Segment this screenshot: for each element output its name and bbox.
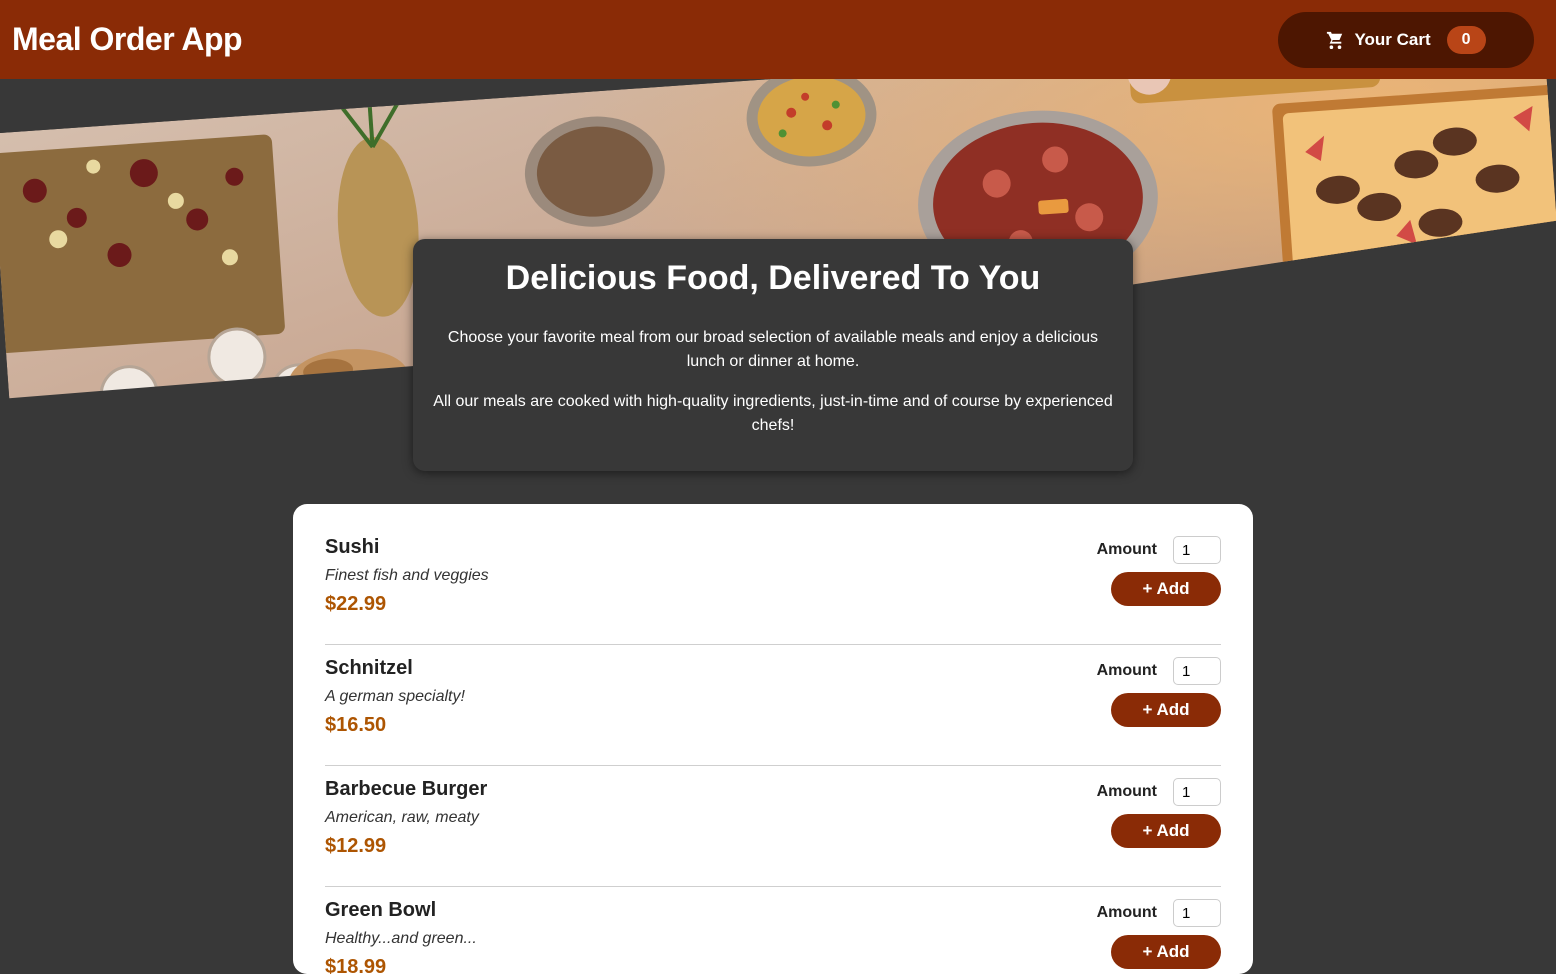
meals-list-card: Sushi Finest fish and veggies $22.99 Amo… [293,504,1253,974]
amount-label: Amount [1096,541,1157,558]
meal-item-barbecue-burger: Barbecue Burger American, raw, meaty $12… [325,766,1221,887]
meal-price: $12.99 [325,835,387,857]
meal-name: Green Bowl [325,899,437,921]
add-to-cart-button[interactable]: + Add [1111,693,1221,727]
amount-label: Amount [1096,662,1157,679]
meal-item-green-bowl: Green Bowl Healthy...and green... $18.99… [325,887,1221,974]
meal-item-sushi: Sushi Finest fish and veggies $22.99 Amo… [325,524,1221,645]
meal-order-form: Amount + Add [1097,899,1221,974]
amount-label: Amount [1096,904,1157,921]
amount-input[interactable] [1173,899,1221,927]
meal-item-schnitzel: Schnitzel A german specialty! $16.50 Amo… [325,645,1221,766]
meal-info: Green Bowl Healthy...and green... $18.99 [325,899,477,974]
meal-order-form: Amount + Add [1097,657,1221,765]
add-to-cart-button[interactable]: + Add [1111,935,1221,969]
meal-description: A german specialty! [325,688,465,705]
meal-order-form: Amount + Add [1097,778,1221,886]
meal-price: $16.50 [325,714,387,736]
add-to-cart-button[interactable]: + Add [1111,572,1221,606]
meal-info: Barbecue Burger American, raw, meaty $12… [325,778,487,886]
meal-price: $18.99 [325,956,387,974]
intro-summary: Delicious Food, Delivered To You Choose … [413,239,1133,471]
meal-description: Finest fish and veggies [325,567,489,584]
amount-row: Amount [1097,657,1221,685]
amount-label: Amount [1096,783,1157,800]
meal-name: Schnitzel [325,657,413,679]
shopping-cart-icon [1327,31,1343,49]
meal-order-form: Amount + Add [1097,536,1221,644]
amount-row: Amount [1097,778,1221,806]
cart-count-badge: 0 [1446,25,1486,54]
meal-info: Sushi Finest fish and veggies $22.99 [325,536,489,644]
summary-heading: Delicious Food, Delivered To You [505,259,1041,297]
amount-row: Amount [1097,536,1221,564]
summary-paragraph-1: Choose your favorite meal from our broad… [447,329,1099,370]
app-header: Meal Order App Your Cart 0 [0,0,1556,79]
amount-row: Amount [1097,899,1221,927]
amount-input[interactable] [1173,536,1221,564]
amount-input[interactable] [1173,657,1221,685]
amount-input[interactable] [1173,778,1221,806]
app-title: Meal Order App [12,21,243,57]
add-to-cart-button[interactable]: + Add [1111,814,1221,848]
meal-info: Schnitzel A german specialty! $16.50 [325,657,465,765]
summary-paragraph-2: All our meals are cooked with high-quali… [433,393,1113,434]
cart-label: Your Cart [1354,29,1431,49]
cart-button[interactable]: Your Cart 0 [1278,11,1534,68]
meal-name: Sushi [325,536,380,558]
meal-name: Barbecue Burger [325,778,488,800]
meal-price: $22.99 [325,593,387,615]
meal-description: American, raw, meaty [325,809,479,826]
meal-description: Healthy...and green... [325,930,477,947]
